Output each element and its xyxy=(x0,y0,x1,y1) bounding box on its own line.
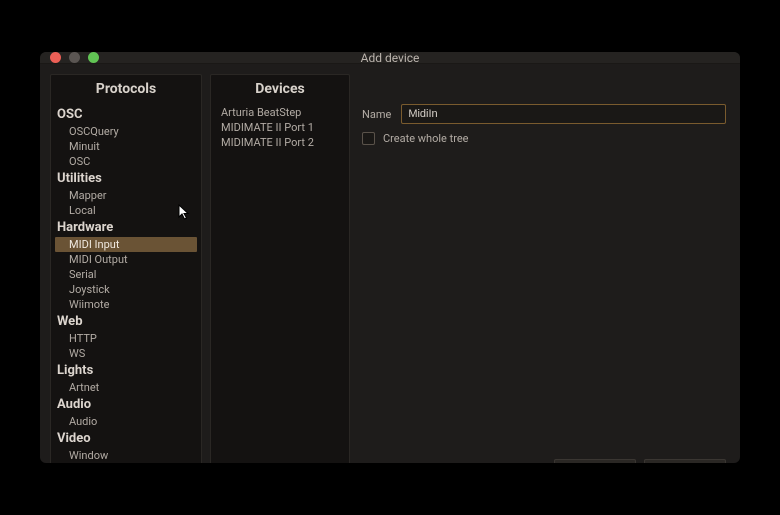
titlebar: Add device xyxy=(40,52,740,64)
button-bar: Cancel Add xyxy=(554,459,726,463)
protocol-item[interactable]: Serial xyxy=(55,267,197,282)
protocol-category[interactable]: Video xyxy=(55,429,197,448)
minimize-icon[interactable] xyxy=(69,52,80,63)
protocol-item[interactable]: Mapper xyxy=(55,188,197,203)
traffic-lights xyxy=(40,52,99,63)
protocol-item[interactable]: MIDI Output xyxy=(55,252,197,267)
device-item[interactable]: Arturia BeatStep xyxy=(215,105,345,120)
protocol-item[interactable]: HTTP xyxy=(55,331,197,346)
protocol-category[interactable]: Hardware xyxy=(55,218,197,237)
protocol-item[interactable]: Local xyxy=(55,203,197,218)
protocol-item[interactable]: WS xyxy=(55,346,197,361)
window-title: Add device xyxy=(40,52,740,65)
device-item[interactable]: MIDIMATE II Port 1 xyxy=(215,120,345,135)
protocol-item[interactable]: Window xyxy=(55,448,197,463)
maximize-icon[interactable] xyxy=(88,52,99,63)
devices-heading: Devices xyxy=(211,75,349,105)
cancel-button[interactable]: Cancel xyxy=(554,459,636,463)
protocol-item[interactable]: Minuit xyxy=(55,139,197,154)
protocol-category[interactable]: Audio xyxy=(55,395,197,414)
protocol-category[interactable]: Lights xyxy=(55,361,197,380)
close-icon[interactable] xyxy=(50,52,61,63)
add-button[interactable]: Add xyxy=(644,459,726,463)
devices-list[interactable]: Arturia BeatStepMIDIMATE II Port 1MIDIMA… xyxy=(211,105,349,463)
name-row: Name xyxy=(362,104,726,124)
protocol-category[interactable]: OSC xyxy=(55,105,197,124)
protocols-panel: Protocols OSCOSCQueryMinuitOSCUtilitiesM… xyxy=(50,74,202,463)
create-tree-row: Create whole tree xyxy=(362,132,726,145)
details-panel: . Name Create whole tree Cancel Add xyxy=(358,74,730,463)
protocol-item[interactable]: Joystick xyxy=(55,282,197,297)
content: Protocols OSCOSCQueryMinuitOSCUtilitiesM… xyxy=(40,64,740,463)
protocol-item[interactable]: OSC xyxy=(55,154,197,169)
protocol-item[interactable]: OSCQuery xyxy=(55,124,197,139)
create-tree-checkbox[interactable] xyxy=(362,132,375,145)
protocol-item[interactable]: Artnet xyxy=(55,380,197,395)
create-tree-label: Create whole tree xyxy=(383,132,469,145)
protocol-category[interactable]: Utilities xyxy=(55,169,197,188)
protocol-item[interactable]: MIDI Input xyxy=(55,237,197,252)
device-item[interactable]: MIDIMATE II Port 2 xyxy=(215,135,345,150)
protocol-item[interactable]: Audio xyxy=(55,414,197,429)
name-input[interactable] xyxy=(401,104,726,124)
protocols-tree[interactable]: OSCOSCQueryMinuitOSCUtilitiesMapperLocal… xyxy=(51,105,201,463)
protocol-item[interactable]: Wiimote xyxy=(55,297,197,312)
name-label: Name xyxy=(362,108,391,121)
protocol-category[interactable]: Web xyxy=(55,312,197,331)
devices-panel: Devices Arturia BeatStepMIDIMATE II Port… xyxy=(210,74,350,463)
dialog-window: Add device Protocols OSCOSCQueryMinuitOS… xyxy=(40,52,740,463)
protocols-heading: Protocols xyxy=(51,75,201,105)
